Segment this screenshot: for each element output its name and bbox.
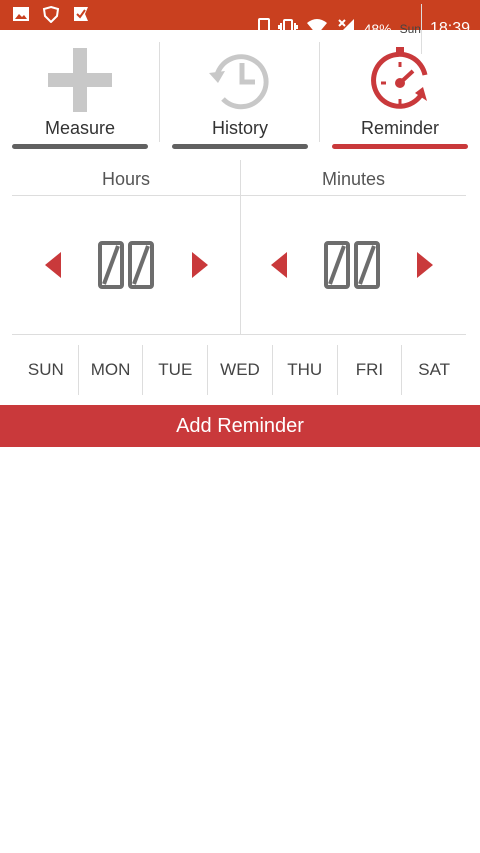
hours-display (96, 240, 156, 290)
status-bar: 48% Sun 18:39 (0, 0, 480, 54)
tab-history[interactable]: History (160, 30, 320, 155)
hours-decrease-button[interactable] (45, 252, 61, 278)
day-tue[interactable]: TUE (143, 345, 209, 395)
day-thu[interactable]: THU (273, 345, 338, 395)
tab-bar: Measure History Reminder (0, 30, 480, 155)
hours-increase-button[interactable] (192, 252, 208, 278)
image-icon (12, 6, 30, 27)
time-setter: Hours Minutes (12, 160, 466, 335)
minutes-display (322, 240, 382, 290)
check-flag-icon (72, 5, 90, 28)
tab-reminder-label: Reminder (360, 118, 440, 138)
add-reminder-button[interactable]: Add Reminder (0, 405, 480, 447)
tab-measure-label: Measure (44, 118, 116, 138)
tab-history-underline (172, 144, 308, 149)
tab-reminder-underline (332, 144, 468, 149)
divider (12, 334, 466, 335)
tab-reminder[interactable]: Reminder (320, 30, 480, 155)
divider (12, 195, 466, 196)
day-wed[interactable]: WED (208, 345, 273, 395)
plus-icon (45, 45, 115, 115)
day-sat[interactable]: SAT (402, 345, 466, 395)
tab-measure[interactable]: Measure (0, 30, 160, 155)
minutes-digits-icon (324, 241, 380, 289)
minutes-decrease-button[interactable] (271, 252, 287, 278)
day-sun[interactable]: SUN (14, 345, 79, 395)
tab-history-label: History (211, 118, 268, 138)
hours-label: Hours (101, 169, 150, 189)
clock-history-icon (205, 45, 275, 115)
tab-measure-underline (12, 144, 148, 149)
day-fri[interactable]: FRI (338, 345, 403, 395)
day-mon[interactable]: MON (79, 345, 144, 395)
hours-digits-icon (98, 241, 154, 289)
weekday-selector: SUN MON TUE WED THU FRI SAT (14, 345, 466, 395)
minutes-increase-button[interactable] (417, 252, 433, 278)
stopwatch-icon (365, 45, 435, 115)
minutes-label: Minutes (321, 169, 386, 189)
shield-icon (42, 5, 60, 28)
divider (240, 160, 241, 335)
